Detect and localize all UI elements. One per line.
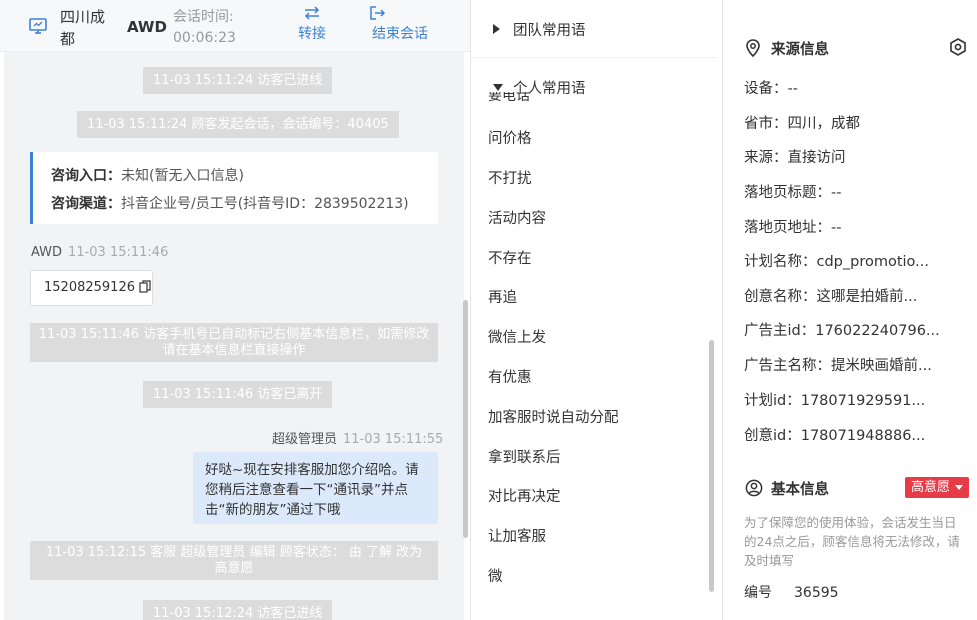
team-phrases-group[interactable]: 团队常用语 xyxy=(471,0,716,58)
phrase-item[interactable]: 对比再决定 xyxy=(488,485,561,506)
system-message: 11-03 15:11:24 顾客发起会话，会话编号：40405 xyxy=(77,111,399,138)
transfer-icon xyxy=(304,6,320,20)
visitor-sender-name: AWD xyxy=(31,245,63,260)
visitor-info-panel: 来源信息 设备：-- 省市：四川，成都 来源：直接访问 落地页标题：-- 落地页… xyxy=(723,0,977,620)
system-message: 11-03 15:12:15 客服 超级管理员 编辑 顾客状态： 由 了解 改为… xyxy=(30,541,438,580)
system-message: 11-03 15:11:24 访客已进线 xyxy=(143,67,333,94)
team-phrases-label: 团队常用语 xyxy=(513,23,586,39)
chat-header: 四川成都 AWD 会话时间: 00:06:23 转接 结束会话 xyxy=(0,0,470,52)
copy-icon[interactable] xyxy=(139,280,151,293)
settings-icon[interactable] xyxy=(949,38,967,56)
basic-info-label: 基本信息 xyxy=(771,482,829,498)
chat-message-list[interactable]: 11-03 15:11:24 访客已进线 11-03 15:11:24 顾客发起… xyxy=(4,52,464,620)
source-row-landing-url: 落地页地址：-- xyxy=(744,220,842,236)
transfer-label: 转接 xyxy=(298,26,326,42)
edit-deadline-notice: 为了保障您的使用体验，会话发生当日的24点之后，顾客信息将无法修改，请及时填写 xyxy=(744,515,960,568)
visitor-id-row: 编号 36595 xyxy=(744,582,839,602)
visitor-name: AWD xyxy=(127,18,167,36)
phrase-item[interactable]: 问价格 xyxy=(488,127,532,148)
system-message: 11-03 15:11:46 访客已离开 xyxy=(143,381,333,408)
phrase-item[interactable]: 拿到联系后 xyxy=(488,446,561,467)
personal-phrases-group[interactable]: 个人常用语 xyxy=(471,58,716,116)
agent-message-time: 11-03 15:11:55 xyxy=(343,432,444,447)
source-row-region: 省市：四川，成都 xyxy=(744,116,860,132)
phrase-item-clipped[interactable]: 要电话 xyxy=(488,92,530,103)
visitor-id-value: 36595 xyxy=(794,585,839,601)
phrase-item[interactable]: 微 xyxy=(488,565,503,586)
expanded-triangle-icon xyxy=(493,84,503,91)
chat-panel: 四川成都 AWD 会话时间: 00:06:23 转接 结束会话 11-03 15 xyxy=(0,0,471,620)
phrase-item[interactable]: 不存在 xyxy=(488,247,532,268)
source-row-device: 设备：-- xyxy=(744,81,798,97)
source-row-advertiser-id: 广告主id：176022240796... xyxy=(744,323,940,339)
consult-entry-value: 未知(暂无入口信息) xyxy=(121,168,244,184)
phrase-item[interactable]: 活动内容 xyxy=(488,207,546,228)
source-row-creative-name: 创意名称：这哪是拍婚前... xyxy=(744,289,918,305)
source-row-plan-name: 计划名称：cdp_promotio... xyxy=(744,254,930,270)
transfer-button[interactable]: 转接 xyxy=(295,5,329,49)
source-row-landing-title: 落地页标题：-- xyxy=(744,185,842,201)
source-row-channel: 来源：直接访问 xyxy=(744,150,846,166)
intent-level-value: 高意愿 xyxy=(911,480,951,495)
system-message: 11-03 15:11:46 访客手机号已自动标记右侧基本信息栏，如需修改请在基… xyxy=(30,323,438,362)
visitor-message-time: 11-03 15:11:46 xyxy=(68,245,169,260)
customer-service-console: 四川成都 AWD 会话时间: 00:06:23 转接 结束会话 11-03 15 xyxy=(0,0,977,620)
location-pin-icon xyxy=(746,39,760,57)
chat-scrollbar[interactable] xyxy=(463,300,468,538)
phrase-item[interactable]: 微信上发 xyxy=(488,326,546,347)
visitor-location: 四川成都 xyxy=(60,8,106,48)
source-row-creative-id: 创意id：178071948886... xyxy=(744,428,926,444)
source-row-advertiser-name: 广告主名称：提米映画婚前... xyxy=(744,358,932,374)
quick-phrases-panel: 团队常用语 个人常用语 要电话 问价格 不打扰 活动内容 不存在 再追 微信上发… xyxy=(471,0,723,620)
end-session-label: 结束会话 xyxy=(372,26,428,42)
phrase-item[interactable]: 再追 xyxy=(488,286,517,307)
visitor-sender-line: AWD 11-03 15:11:46 xyxy=(31,245,168,260)
phrase-item[interactable]: 不打扰 xyxy=(488,167,532,188)
visitor-phone-number: 15208259126 xyxy=(44,280,135,295)
system-message: 11-03 15:12:24 访客已进线 xyxy=(143,600,333,620)
phrase-item[interactable]: 有优惠 xyxy=(488,366,532,387)
caret-down-icon xyxy=(955,485,963,490)
visitor-phone-message[interactable]: 15208259126 xyxy=(30,270,153,306)
phrases-scrollbar[interactable] xyxy=(709,340,714,592)
source-row-plan-id: 计划id：178071929591... xyxy=(744,393,926,409)
phrase-item[interactable]: 加客服时说自动分配 xyxy=(488,406,619,427)
visitor-id-label: 编号 xyxy=(744,585,772,601)
session-time-label: 会话时间: xyxy=(173,9,234,25)
intent-level-dropdown[interactable]: 高意愿 xyxy=(905,477,969,498)
agent-message: 好哒~现在安排客服加您介绍哈。请您稍后注意查看一下“通讯录”并点击“新的朋友”通… xyxy=(193,452,438,524)
consult-channel-value: 抖音企业号/员工号(抖音号ID：2839502213) xyxy=(121,196,409,212)
phrase-item[interactable]: 让加客服 xyxy=(488,525,546,546)
end-session-button[interactable]: 结束会话 xyxy=(369,5,431,49)
user-circle-icon xyxy=(745,479,763,497)
source-info-label: 来源信息 xyxy=(771,42,829,58)
agent-sender-name: 超级管理员 xyxy=(272,432,338,447)
session-time-value: 00:06:23 xyxy=(173,30,236,46)
agent-sender-line: 超级管理员 11-03 15:11:55 xyxy=(272,428,443,447)
logout-icon xyxy=(370,6,386,20)
consult-info-card: 咨询入口：未知(暂无入口信息) 咨询渠道：抖音企业号/员工号(抖音号ID：283… xyxy=(30,152,438,224)
consult-entry-label: 咨询入口： xyxy=(51,168,121,184)
monitor-icon xyxy=(29,18,47,34)
collapsed-triangle-icon xyxy=(493,24,500,34)
consult-channel-label: 咨询渠道： xyxy=(51,196,121,212)
